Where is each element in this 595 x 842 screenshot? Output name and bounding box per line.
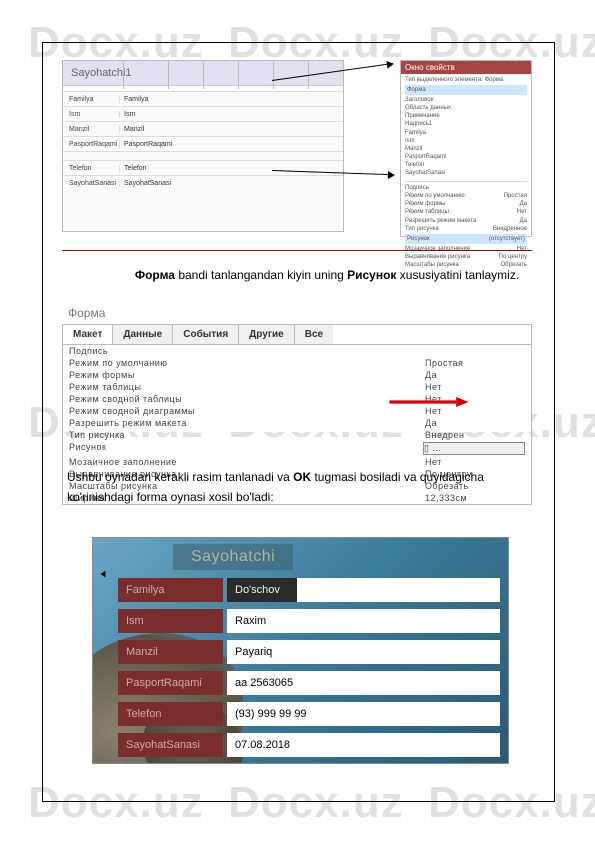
form-field-row: Familya Do'schov <box>118 578 500 602</box>
field-label: Familya <box>118 578 223 602</box>
form-designer-screenshot: Sayohatchi1 FamilyaFamilya IsmIsm Manzil… <box>62 60 532 251</box>
property-row: Режим формыДа <box>63 369 531 381</box>
body-text-2: Ushbu oynadan kerakli rasim tanlanadi va… <box>67 467 527 508</box>
body-text-1: Форма bandi tanlangandan kiyin uning Рис… <box>112 265 542 285</box>
field-value[interactable]: Raxim <box>227 609 500 633</box>
field-value[interactable]: (93) 999 99 99 <box>227 702 500 726</box>
field-label: PasportRaqami <box>118 671 223 695</box>
red-arrow-annotation <box>382 394 472 404</box>
tab-other[interactable]: Другие <box>239 325 295 344</box>
properties-panel: Окно свойств Тип выделенного элемента: Ф… <box>400 60 532 237</box>
page-content: Sayohatchi1 FamilyaFamilya IsmIsm Manzil… <box>42 42 553 800</box>
property-row: Разрешить режим макетаДа <box>63 417 531 429</box>
field-label: Ism <box>118 609 223 633</box>
tab-layout[interactable]: Макет <box>63 325 113 344</box>
form-field-row: TelefonTelefon <box>63 160 343 175</box>
properties-panel-title: Окно свойств <box>401 61 531 74</box>
record-nav-icon[interactable] <box>99 566 107 576</box>
form-design-canvas: Sayohatchi1 FamilyaFamilya IsmIsm Manzil… <box>62 60 344 232</box>
property-row-picture[interactable]: Рисунок▯ ... <box>63 441 531 456</box>
form-field-row: IsmIsm <box>63 106 343 121</box>
form-field-row: Manzil Payariq <box>118 640 500 664</box>
form-title: Sayohatchi <box>173 544 293 570</box>
field-value[interactable]: Payariq <box>227 640 500 664</box>
form-result-screenshot: Sayohatchi Familya Do'schov Ism Raxim Ma… <box>92 537 509 764</box>
form-field-row: PasportRaqami aa 2563065 <box>118 671 500 695</box>
tab-data[interactable]: Данные <box>113 325 173 344</box>
field-label: Manzil <box>118 640 223 664</box>
field-value[interactable]: 07.08.2018 <box>227 733 500 757</box>
properties-panel-list: Тип выделенного элемента: Форма Форма За… <box>401 74 531 271</box>
property-row: Тип рисункаВнедрен <box>63 429 531 441</box>
form-field-row: SayohatSanasi 07.08.2018 <box>118 733 500 757</box>
form-field-row: PasportRaqamiPasportRaqami <box>63 136 343 151</box>
form-field-row: FamilyaFamilya <box>63 91 343 106</box>
properties-tabs: Макет Данные События Другие Все <box>62 324 532 345</box>
field-label: Telefon <box>118 702 223 726</box>
form-field-row: ManzilManzil <box>63 121 343 136</box>
properties-window-screenshot: Форма Макет Данные События Другие Все По… <box>62 302 532 432</box>
form-field-row: SayohatSanasiSayohatSanasi <box>63 175 343 190</box>
property-row: Режим по умолчаниюПростая <box>63 357 531 369</box>
tab-events[interactable]: События <box>173 325 239 344</box>
properties-window-title: Форма <box>62 302 532 324</box>
field-value[interactable]: aa 2563065 <box>227 671 500 695</box>
field-value[interactable]: Do'schov <box>227 578 297 602</box>
property-row: Режим таблицыНет <box>63 381 531 393</box>
field-label: SayohatSanasi <box>118 733 223 757</box>
property-row: Подпись <box>63 345 531 357</box>
form-field-row: Ism Raxim <box>118 609 500 633</box>
tab-all[interactable]: Все <box>295 325 333 344</box>
form-field-row: Telefon (93) 999 99 99 <box>118 702 500 726</box>
form-field-row <box>63 151 343 160</box>
